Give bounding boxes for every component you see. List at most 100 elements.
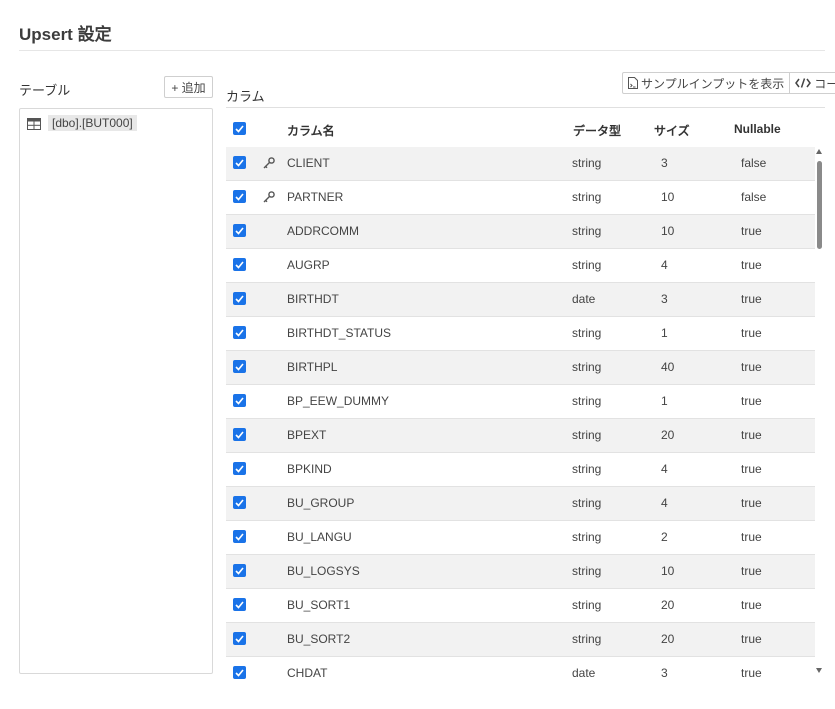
column-name: BU_LOGSYS <box>287 564 360 578</box>
column-size: 10 <box>661 224 675 238</box>
row-checkbox[interactable] <box>233 258 246 271</box>
column-type: string <box>572 326 602 340</box>
column-size: 2 <box>661 530 668 544</box>
table-row: CHDAT date 3 true <box>226 657 815 679</box>
column-name: BIRTHDT <box>287 292 339 306</box>
add-table-button[interactable]: + 追加 <box>164 76 213 98</box>
table-row: BIRTHDT date 3 true <box>226 283 815 317</box>
column-type: string <box>572 632 602 646</box>
column-type: date <box>572 666 596 679</box>
table-grid-icon <box>27 117 41 130</box>
row-checkbox[interactable] <box>233 224 246 237</box>
column-size: 40 <box>661 360 675 374</box>
column-size: 20 <box>661 428 675 442</box>
column-nullable: true <box>741 564 762 578</box>
column-type: string <box>572 156 602 170</box>
table-row: BPEXT string 20 true <box>226 419 815 453</box>
column-size: 1 <box>661 394 668 408</box>
column-nullable: true <box>741 326 762 340</box>
column-size: 3 <box>661 292 668 306</box>
row-checkbox[interactable] <box>233 292 246 305</box>
column-size: 3 <box>661 666 668 679</box>
tables-label: テーブル <box>19 83 71 98</box>
column-size: 10 <box>661 564 675 578</box>
table-row: CLIENT string 3 false <box>226 147 815 181</box>
show-sample-input-label: サンプルインプットを表示 <box>641 76 785 91</box>
scroll-down-arrow-icon[interactable] <box>816 668 822 673</box>
select-all-checkbox[interactable] <box>233 122 246 135</box>
column-name: BPKIND <box>287 462 332 476</box>
table-row: ADDRCOMM string 10 true <box>226 215 815 249</box>
table-row: BPKIND string 4 true <box>226 453 815 487</box>
columns-label: カラム <box>226 89 265 104</box>
code-button[interactable]: コード <box>789 73 835 93</box>
column-name: CHDAT <box>287 666 328 679</box>
column-name: BP_EEW_DUMMY <box>287 394 390 408</box>
table-row: BU_LANGU string 2 true <box>226 521 815 555</box>
row-checkbox[interactable] <box>233 496 246 509</box>
column-nullable: true <box>741 598 762 612</box>
column-nullable: true <box>741 666 762 679</box>
row-checkbox[interactable] <box>233 530 246 543</box>
column-nullable: true <box>741 224 762 238</box>
column-type: string <box>572 224 602 238</box>
tables-panel: [dbo].[BUT000] <box>19 108 213 674</box>
table-item[interactable]: [dbo].[BUT000] <box>27 113 137 133</box>
columns-scrollbar[interactable] <box>815 147 825 673</box>
row-checkbox[interactable] <box>233 666 246 679</box>
row-checkbox[interactable] <box>233 156 246 169</box>
column-type: string <box>572 258 602 272</box>
column-nullable: true <box>741 462 762 476</box>
column-name: ADDRCOMM <box>287 224 359 238</box>
code-brackets-icon <box>795 78 812 88</box>
scroll-up-arrow-icon[interactable] <box>816 149 822 154</box>
column-size: 4 <box>661 258 668 272</box>
column-nullable: true <box>741 530 762 544</box>
column-name: BIRTHPL <box>287 360 338 374</box>
key-icon <box>262 156 276 170</box>
page-title: Upsert 設定 <box>19 25 112 44</box>
column-size: 20 <box>661 632 675 646</box>
column-type: string <box>572 564 602 578</box>
column-nullable: true <box>741 258 762 272</box>
table-row: BIRTHDT_STATUS string 1 true <box>226 317 815 351</box>
column-nullable: true <box>741 394 762 408</box>
column-header-nullable: Nullable <box>734 122 781 136</box>
table-item-label: [dbo].[BUT000] <box>48 115 137 131</box>
column-size: 10 <box>661 190 675 204</box>
table-row: BP_EEW_DUMMY string 1 true <box>226 385 815 419</box>
row-checkbox[interactable] <box>233 564 246 577</box>
column-name: BU_GROUP <box>287 496 355 510</box>
column-size: 4 <box>661 462 668 476</box>
table-row: BU_LOGSYS string 10 true <box>226 555 815 589</box>
row-checkbox[interactable] <box>233 326 246 339</box>
column-nullable: true <box>741 360 762 374</box>
scroll-thumb[interactable] <box>817 161 822 249</box>
column-nullable: false <box>741 156 767 170</box>
row-checkbox[interactable] <box>233 598 246 611</box>
column-type: string <box>572 530 602 544</box>
column-type: date <box>572 292 596 306</box>
table-row: AUGRP string 4 true <box>226 249 815 283</box>
column-type: string <box>572 190 602 204</box>
column-type: string <box>572 394 602 408</box>
column-name: PARTNER <box>287 190 344 204</box>
table-row: PARTNER string 10 false <box>226 181 815 215</box>
column-type: string <box>572 462 602 476</box>
column-nullable: true <box>741 292 762 306</box>
column-name: AUGRP <box>287 258 330 272</box>
row-checkbox[interactable] <box>233 360 246 373</box>
column-nullable: true <box>741 428 762 442</box>
key-icon <box>262 190 276 204</box>
row-checkbox[interactable] <box>233 462 246 475</box>
show-sample-input-button[interactable]: サンプルインプットを表示 <box>623 73 789 93</box>
columns-header-row: カラム名 データ型 サイズ Nullable <box>226 113 815 147</box>
row-checkbox[interactable] <box>233 428 246 441</box>
row-checkbox[interactable] <box>233 190 246 203</box>
row-checkbox[interactable] <box>233 632 246 645</box>
document-icon <box>628 77 638 89</box>
column-size: 1 <box>661 326 668 340</box>
row-checkbox[interactable] <box>233 394 246 407</box>
columns-rows: CLIENT string 3 false PARTNER string 10 false AD… <box>226 147 815 679</box>
column-type: string <box>572 360 602 374</box>
